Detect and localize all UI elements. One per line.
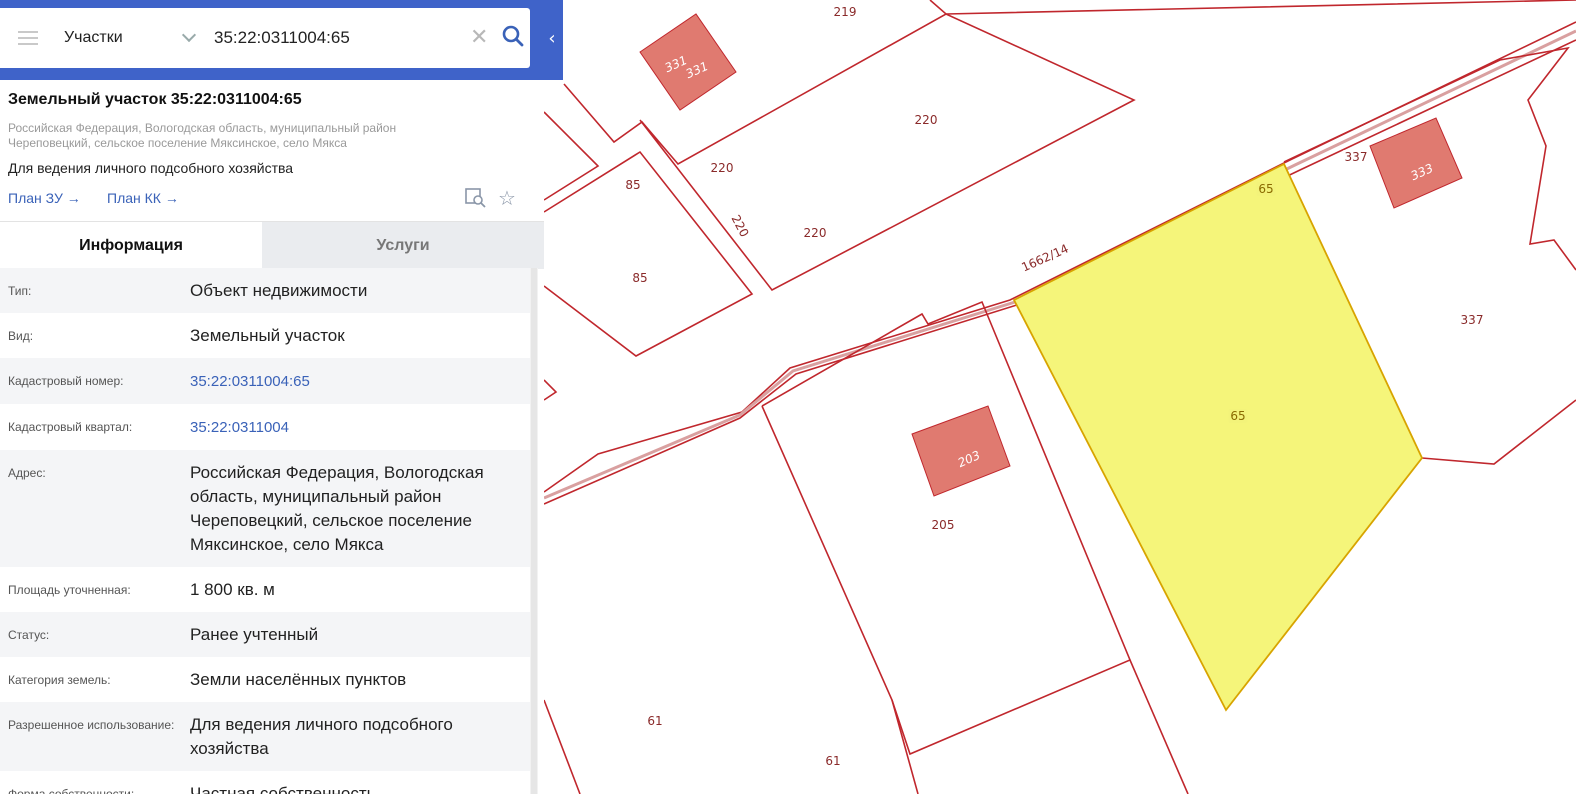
map-search-icon[interactable] (465, 188, 487, 212)
row-value: Для ведения личного подсобного хозяйства (190, 715, 453, 758)
row-label: Кадастровый номер: (8, 374, 124, 388)
row-label: Разрешенное использование: (8, 718, 175, 732)
layer-select[interactable]: Участки (64, 29, 182, 47)
plan-kk-link[interactable]: План КК → (107, 190, 179, 206)
row-label: Категория земель: (8, 673, 111, 687)
row-value: Российская Федерация, Вологодская област… (190, 463, 484, 554)
row-label: Площадь уточненная: (8, 583, 131, 597)
tab-services[interactable]: Услуги (262, 222, 544, 269)
search-input[interactable] (212, 27, 466, 49)
map-label-85: 85 (623, 178, 643, 192)
row-value: Земли населённых пунктов (190, 670, 407, 689)
plan-zu-link[interactable]: План ЗУ → (8, 190, 81, 206)
table-row: Категория земель: Земли населённых пункт… (0, 657, 530, 702)
panel-address: Российская Федерация, Вологодская област… (8, 121, 397, 150)
menu-icon[interactable] (18, 31, 38, 45)
tabs: Информация Услуги (0, 221, 544, 269)
chevron-down-icon[interactable] (181, 27, 197, 43)
table-row: Вид: Земельный участок (0, 313, 530, 358)
panel-permitted-use: Для ведения личного подсобного хозяйства (8, 160, 294, 176)
map-label-220: 220 (912, 113, 940, 127)
row-label: Вид: (8, 329, 34, 343)
info-panel: Земельный участок 35:22:0311004:65 Росси… (0, 80, 544, 794)
road-boundary-lower (543, 39, 1576, 505)
parcel-61-left (543, 699, 581, 794)
map-label-85-2: 85 (630, 271, 650, 285)
star-icon[interactable]: ☆ (498, 186, 516, 210)
road-centerline (543, 29, 1576, 500)
map-label-220-2: 220 (708, 161, 736, 175)
cadastral-quarter-link[interactable]: 35:22:0311004 (190, 404, 530, 450)
map-label-220-4: 220 (801, 226, 829, 240)
map-label-219: 219 (831, 5, 859, 19)
cadastral-number-link[interactable]: 35:22:0311004:65 (190, 358, 530, 404)
arrow-right-icon: → (164, 190, 179, 206)
building-333[interactable] (1369, 117, 1463, 209)
parcel-edge-left (543, 379, 558, 401)
row-label: Форма собственности: (8, 787, 135, 794)
table-row: Статус: Ранее учтенный (0, 612, 530, 657)
scrollbar[interactable] (530, 268, 538, 794)
map-label-61: 61 (645, 714, 665, 728)
map-label-337-2: 337 (1458, 313, 1486, 327)
tab-information[interactable]: Информация (0, 222, 262, 269)
parcel-219-boundary (929, 0, 1576, 15)
close-icon[interactable]: ✕ (470, 27, 488, 49)
table-row: Площадь уточненная: 1 800 кв. м (0, 567, 530, 612)
collapse-panel-button[interactable]: ‹ (544, 26, 560, 52)
table-row: Кадастровый квартал: 35:22:0311004 (0, 404, 530, 450)
plan-zu-label: План ЗУ (8, 190, 63, 206)
map-label-65: 65 (1256, 182, 1276, 196)
search-icon[interactable] (502, 25, 524, 51)
plan-kk-label: План КК (107, 190, 161, 206)
table-row: Кадастровый номер: 35:22:0311004:65 (0, 358, 530, 404)
parcel-61-boundary (761, 405, 919, 794)
parcel-337-lower (1421, 399, 1576, 465)
row-label: Тип: (8, 284, 32, 298)
parcel-left-top (543, 111, 600, 201)
map-label-65-center: 65 (1228, 409, 1248, 423)
row-value: Объект недвижимости (190, 281, 368, 300)
row-label: Кадастровый квартал: (8, 420, 133, 434)
row-value: Ранее учтенный (190, 625, 319, 644)
parcel-85-boundary (543, 150, 754, 357)
arrow-right-icon: → (66, 190, 81, 206)
map-label-337: 337 (1342, 150, 1370, 164)
page-title: Земельный участок 35:22:0311004:65 (8, 91, 302, 108)
row-value: Земельный участок (190, 326, 345, 345)
row-value: Частная собственность (190, 784, 376, 794)
table-row: Адрес: Российская Федерация, Вологодская… (0, 450, 530, 567)
map-label-205: 205 (929, 518, 957, 532)
scroll-thumb[interactable] (531, 268, 537, 794)
row-value: 1 800 кв. м (190, 580, 275, 599)
search-bar: Участки ✕ ‹ (0, 0, 563, 80)
row-label: Адрес: (8, 466, 46, 480)
map-label-61-2: 61 (823, 754, 843, 768)
row-label: Статус: (8, 628, 50, 642)
info-table: Тип: Объект недвижимости Вид: Земельный … (0, 268, 530, 794)
search-box: Участки ✕ (0, 8, 530, 68)
parcel-61-right (1129, 659, 1189, 794)
table-row: Разрешенное использование: Для ведения л… (0, 702, 530, 771)
table-row: Форма собственности: Частная собственнос… (0, 771, 530, 794)
selected-parcel-65[interactable] (1012, 162, 1424, 712)
building-203[interactable] (911, 405, 1011, 497)
table-row: Тип: Объект недвижимости (0, 268, 530, 313)
